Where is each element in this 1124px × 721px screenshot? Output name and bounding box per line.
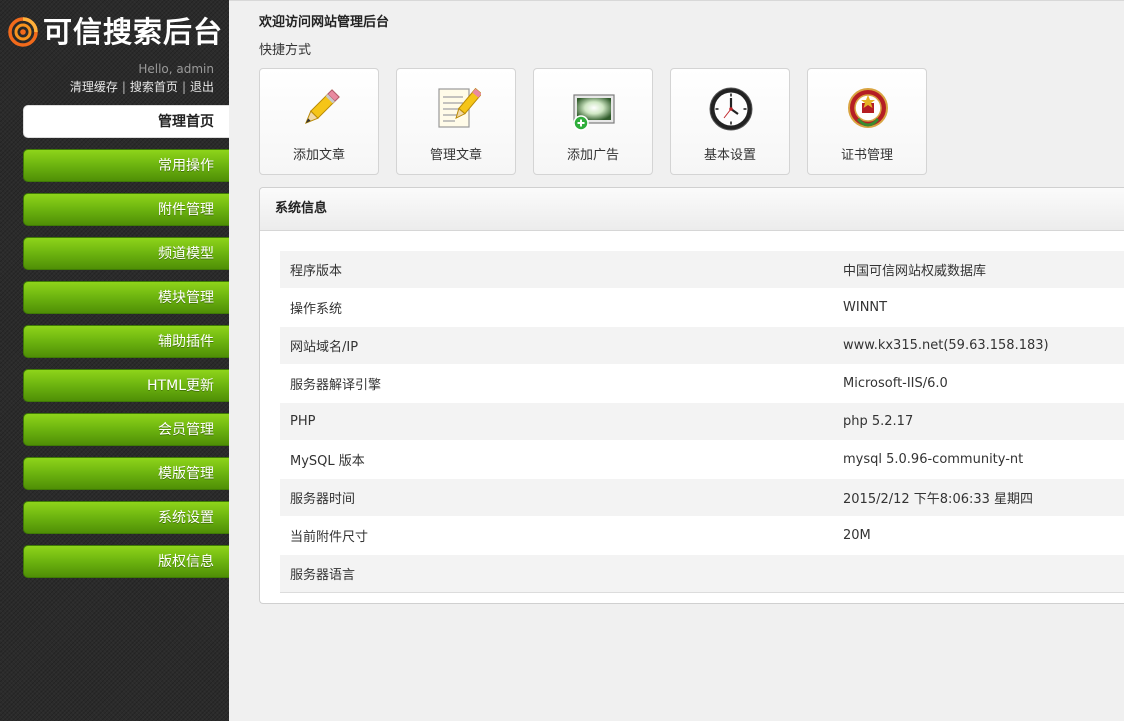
document-edit-icon [438, 87, 481, 128]
basic-settings-label: 基本设置 [703, 148, 756, 163]
certificate-management-shortcut[interactable]: 证书管理 [807, 68, 927, 175]
sidebar-item-copyright[interactable]: 版权信息 [23, 545, 229, 578]
add-ad-label: 添加广告 [566, 148, 619, 163]
page-title: 欢迎访问网站管理后台 [259, 15, 390, 30]
info-value: 2015/2/12 下午8:06:33 星期四 [833, 478, 1124, 517]
app-title: 可信搜索后台 [43, 15, 224, 49]
table-row: 网站域名/IP www.kx315.net(59.63.158.183) [280, 326, 1124, 365]
table-row: 操作系统 WINNT [280, 288, 1124, 327]
info-value: 20M [833, 516, 1124, 555]
info-value: www.kx315.net(59.63.158.183) [833, 326, 1124, 365]
certificate-management-label: 证书管理 [840, 148, 893, 163]
sidebar-item-plugins[interactable]: 辅助插件 [23, 325, 229, 358]
info-key: 服务器语言 [280, 554, 833, 593]
user-links: 清理缓存 | 搜索首页 | 退出 [70, 78, 214, 95]
info-value: mysql 5.0.96-community-nt [833, 440, 1124, 479]
sidebar-item-common-operations[interactable]: 常用操作 [23, 149, 229, 182]
logo-icon [8, 17, 38, 47]
sidebar-item-modules[interactable]: 模块管理 [23, 281, 229, 314]
info-key: 服务器解译引擎 [280, 364, 833, 403]
table-row: 服务器时间 2015/2/12 下午8:06:33 星期四 [280, 478, 1124, 517]
info-key: PHP [280, 402, 833, 441]
logout-link[interactable]: 退出 [190, 80, 214, 94]
logo[interactable]: 可信搜索后台 [8, 13, 223, 51]
add-article-label: 添加文章 [292, 148, 345, 163]
pencil-icon [304, 89, 340, 125]
shortcuts: 添加文章 管理文章 添加广告 基本设置 证书管理 [259, 68, 944, 175]
info-value: WINNT [833, 288, 1124, 327]
manage-articles-label: 管理文章 [429, 148, 482, 163]
clear-cache-link[interactable]: 清理缓存 [70, 80, 118, 94]
table-row: 服务器解译引擎 Microsoft-IIS/6.0 [280, 364, 1124, 403]
clock-icon [709, 87, 753, 131]
info-key: MySQL 版本 [280, 440, 833, 479]
sidebar-item-attachments[interactable]: 附件管理 [23, 193, 229, 226]
sidebar-item-system-settings[interactable]: 系统设置 [23, 501, 229, 534]
system-info-table: 程序版本 中国可信网站权威数据库 操作系统 WINNT 网站域名/IP www.… [280, 251, 1124, 593]
sidebar-item-members[interactable]: 会员管理 [23, 413, 229, 446]
manage-articles-shortcut[interactable]: 管理文章 [396, 68, 516, 175]
user-greeting: Hello, admin [138, 62, 214, 76]
panel-title: 系统信息 [260, 188, 1124, 231]
divider: | [181, 80, 186, 94]
table-row: 程序版本 中国可信网站权威数据库 [280, 251, 1124, 289]
emblem-icon [848, 88, 888, 128]
sidebar: 可信搜索后台 Hello, admin 清理缓存 | 搜索首页 | 退出 管理首页 常用… [0, 0, 229, 721]
info-key: 网站域名/IP [280, 326, 833, 365]
basic-settings-shortcut[interactable]: 基本设置 [670, 68, 790, 175]
sidebar-item-html-update[interactable]: HTML更新 [23, 369, 229, 402]
main-content: 欢迎访问网站管理后台 快捷方式 添加文章 管理文章 添加广告 基本设置 证书管理… [229, 0, 1124, 721]
add-article-shortcut[interactable]: 添加文章 [259, 68, 379, 175]
sidebar-item-templates[interactable]: 模版管理 [23, 457, 229, 490]
system-info-panel: 系统信息 程序版本 中国可信网站权威数据库 操作系统 WINNT 网站域名/IP… [259, 187, 1124, 604]
info-key: 服务器时间 [280, 478, 833, 517]
sidebar-menu: 管理首页 常用操作 附件管理 频道模型 模块管理 辅助插件 HTML更新 会员管… [23, 105, 229, 589]
table-row: MySQL 版本 mysql 5.0.96-community-nt [280, 440, 1124, 479]
info-value [833, 554, 1124, 593]
sidebar-item-admin-home[interactable]: 管理首页 [23, 105, 229, 138]
info-value: php 5.2.17 [833, 402, 1124, 441]
table-row: 服务器语言 [280, 554, 1124, 593]
shortcuts-heading: 快捷方式 [259, 43, 312, 58]
search-home-link[interactable]: 搜索首页 [130, 80, 178, 94]
divider: | [121, 80, 126, 94]
info-key: 当前附件尺寸 [280, 516, 833, 555]
info-key: 程序版本 [280, 251, 833, 289]
table-row: 当前附件尺寸 20M [280, 516, 1124, 555]
add-ad-shortcut[interactable]: 添加广告 [533, 68, 653, 175]
info-value: 中国可信网站权威数据库 [833, 251, 1124, 289]
info-key: 操作系统 [280, 288, 833, 327]
image-add-icon [573, 94, 615, 131]
table-row: PHP php 5.2.17 [280, 402, 1124, 441]
sidebar-item-channel-model[interactable]: 频道模型 [23, 237, 229, 270]
info-value: Microsoft-IIS/6.0 [833, 364, 1124, 403]
